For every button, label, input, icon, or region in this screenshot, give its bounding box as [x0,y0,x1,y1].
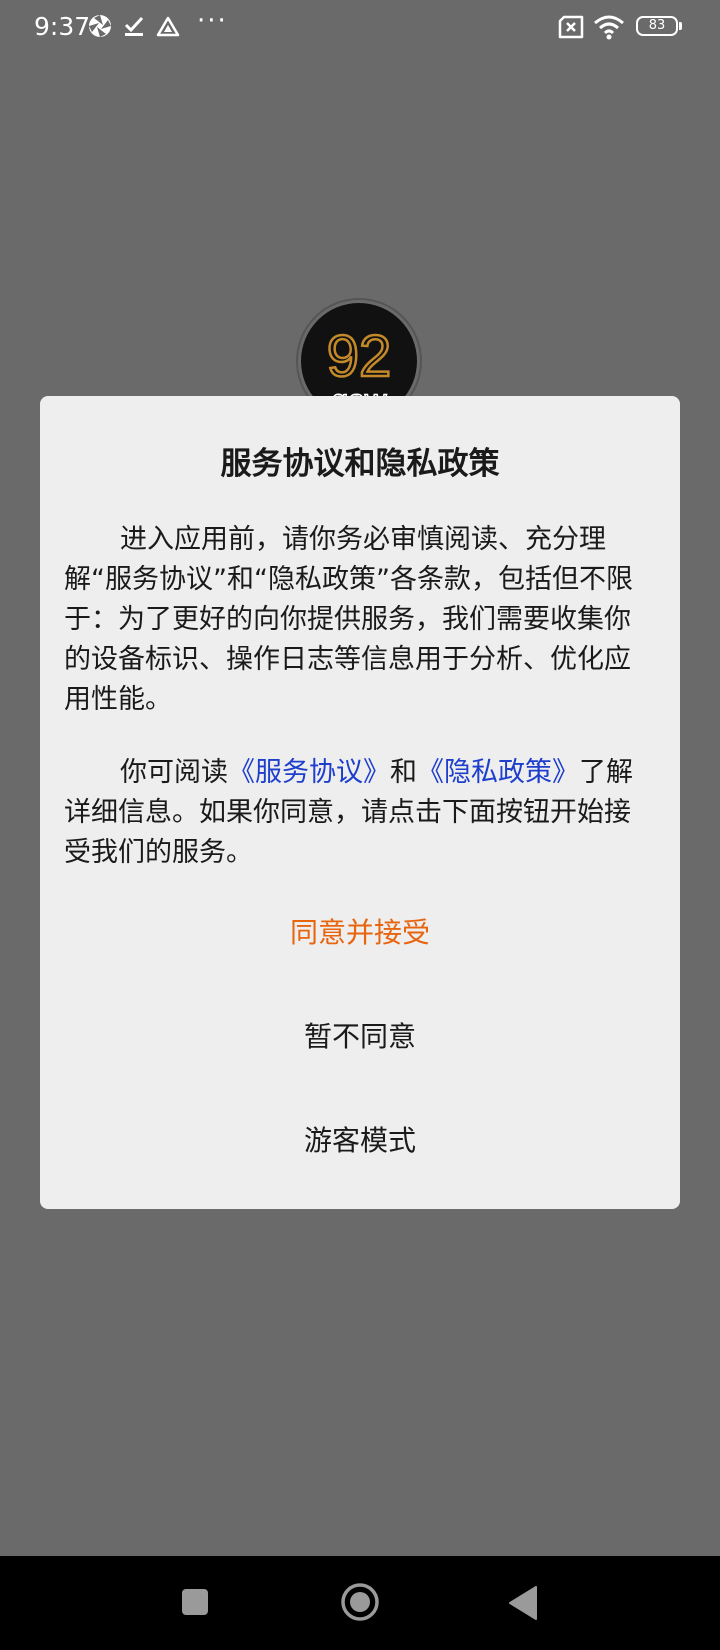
battery-icon: 83 [636,16,678,36]
task-check-icon [124,16,144,36]
back-triangle-icon[interactable] [508,1586,538,1620]
paragraph-2-and: 和 [390,757,417,788]
service-agreement-link[interactable]: 《服务协议》 [228,757,390,788]
status-time: 9:37 [34,12,91,41]
no-sim-icon [558,15,584,39]
more-dots-icon: ··· [197,6,228,36]
drive-triangle-icon [156,16,180,37]
privacy-policy-link[interactable]: 《隐私政策》 [417,757,579,788]
dialog-paragraph-2: 你可阅读《服务协议》和《隐私政策》了解详细信息。如果你同意，请点击下面按钮开始接… [64,753,656,873]
status-bar: 9:37 ··· 83 [0,0,720,54]
battery-cap [679,22,682,30]
app-aperture-icon [89,15,111,37]
guest-mode-button[interactable]: 游客模式 [40,1119,680,1159]
navigation-bar [0,1556,720,1650]
privacy-dialog: 服务协议和隐私政策 进入应用前，请你务必审慎阅读、充分理解“服务协议”和“隐私政… [40,396,680,1209]
disagree-button[interactable]: 暂不同意 [40,1015,680,1055]
wifi-icon [594,15,624,40]
dialog-paragraph-1: 进入应用前，请你务必审慎阅读、充分理解“服务协议”和“隐私政策”各条款，包括但不… [64,524,633,715]
dialog-title: 服务协议和隐私政策 [220,446,500,482]
home-circle-icon[interactable] [340,1582,380,1622]
paragraph-2-prefix: 你可阅读 [120,757,228,788]
logo-text: 92 [327,324,392,389]
dialog-body: 进入应用前，请你务必审慎阅读、充分理解“服务协议”和“隐私政策”各条款，包括但不… [64,520,656,873]
recents-square-icon[interactable] [181,1588,209,1616]
agree-button[interactable]: 同意并接受 [40,911,680,951]
